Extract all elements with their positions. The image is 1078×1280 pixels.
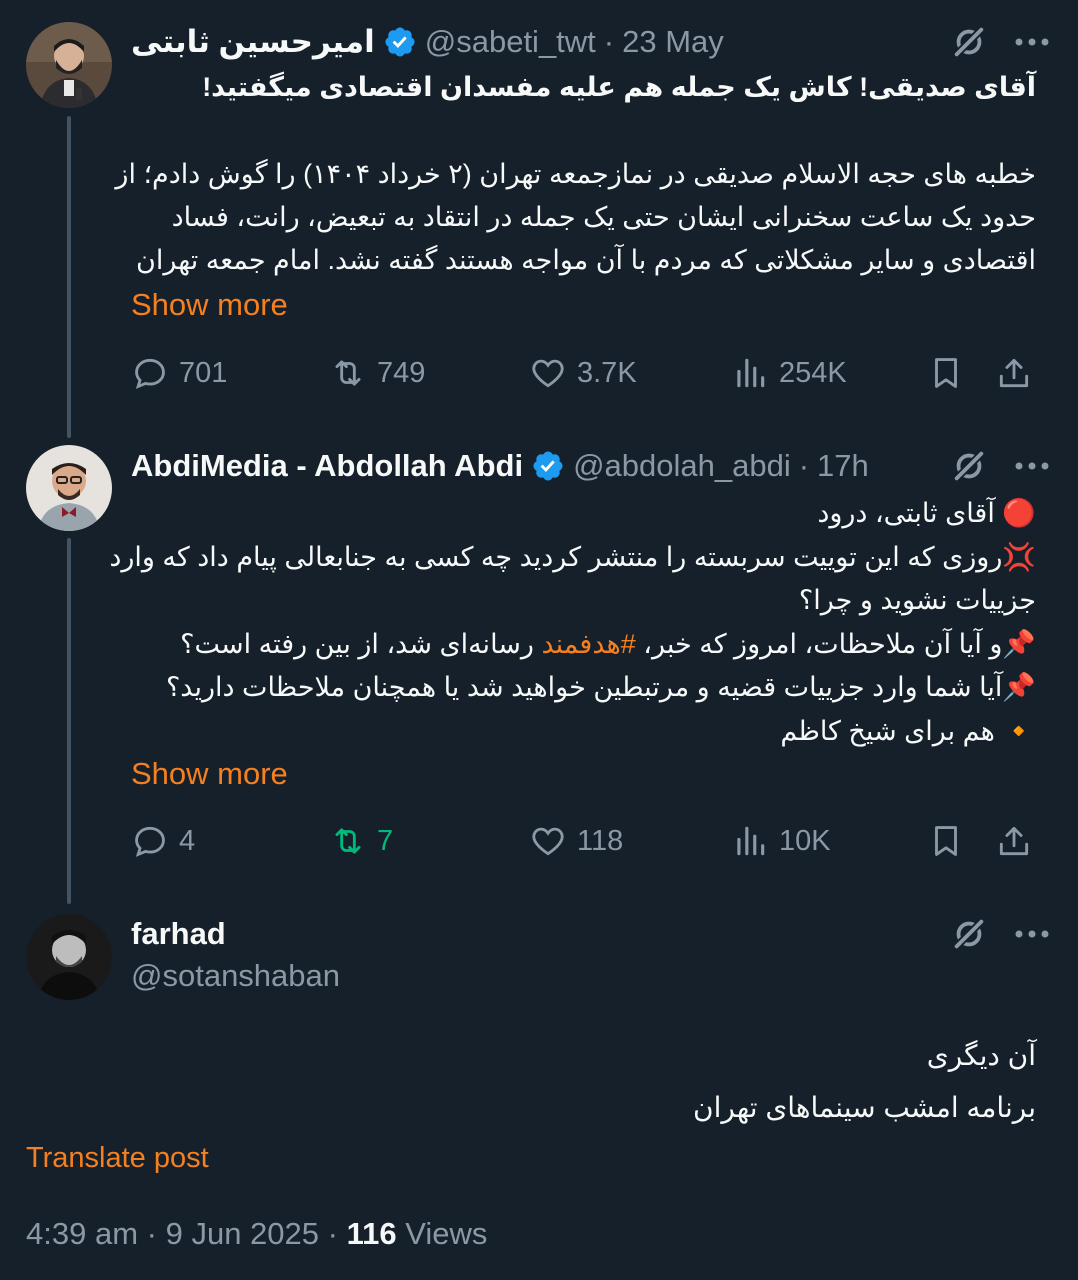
post-time[interactable]: 17h	[817, 448, 869, 484]
views-button[interactable]: 10K	[731, 822, 831, 860]
tweet-1-header: امیرحسین ثابتی @sabeti_twt · 23 May	[131, 20, 1050, 64]
reply-button[interactable]: 701	[131, 354, 227, 392]
closing-text: هم برای شیخ کاظم	[780, 716, 995, 746]
hashtag-link[interactable]: #هدفمند	[541, 629, 635, 659]
author-name[interactable]: AbdiMedia - Abdollah Abdi	[131, 448, 523, 484]
reply-count: 4	[179, 824, 196, 857]
reply-icon	[135, 826, 165, 857]
red-circle-icon: 🔴	[1002, 498, 1036, 529]
share-button[interactable]	[995, 354, 1033, 392]
verified-badge-icon	[533, 451, 563, 481]
tweet-2-header: AbdiMedia - Abdollah Abdi @abdolah_abdi …	[131, 444, 1050, 488]
tweet-2-actions: 4 7 118 10K	[131, 822, 1050, 866]
separator-dot: ·	[327, 1216, 338, 1251]
repost-count: 7	[377, 824, 394, 857]
avatar-farhad[interactable]	[26, 914, 112, 1000]
share-button[interactable]	[995, 822, 1033, 860]
tweet-2-line-1: 🔴 آقای ثابتی، درود	[817, 492, 1036, 535]
repost-icon	[335, 360, 361, 386]
bookmark-button[interactable]	[927, 354, 965, 392]
tweet-1-line-1: آقای صدیقی! کاش یک جمله هم علیه مفسدان ا…	[202, 72, 1036, 102]
tweet-1-line-4: اقتصادی و سایر مشکلاتی که مردم با آن موا…	[136, 245, 1036, 275]
pin-icon: 📌	[1002, 629, 1036, 660]
more-icon[interactable]	[1014, 37, 1050, 47]
grok-icon[interactable]	[950, 23, 988, 61]
author-handle[interactable]: @sabeti_twt	[425, 24, 596, 60]
tweet-1-actions: 701 749 3.7K 254K	[131, 354, 1050, 398]
repost-button[interactable]: 749	[329, 354, 425, 392]
anger-icon: 💢	[1002, 542, 1036, 573]
like-count: 118	[577, 824, 624, 857]
author-handle[interactable]: @sotanshaban	[131, 958, 340, 994]
repost-button[interactable]: 7	[329, 822, 393, 860]
author-name[interactable]: farhad	[131, 916, 226, 952]
pin-icon: 📌	[1002, 672, 1036, 703]
question-2-text-a: و آیا آن ملاحظات، امروز که خبر،	[643, 629, 1003, 659]
tweet-3-header: farhad	[131, 912, 1050, 956]
post-time[interactable]: 4:39 am	[26, 1216, 138, 1251]
author-handle[interactable]: @abdolah_abdi	[573, 448, 791, 484]
like-icon	[532, 359, 564, 388]
views-count: 254K	[779, 356, 847, 389]
reply-count: 701	[179, 356, 228, 389]
views-label: Views	[405, 1216, 488, 1251]
repost-icon	[335, 828, 361, 854]
repost-count: 749	[377, 356, 426, 389]
tweet-2-line-2: 💢روزی که این توییت سربسته را منتشر کردید…	[109, 536, 1036, 579]
views-count: 10K	[779, 824, 831, 857]
bookmark-icon	[935, 826, 957, 856]
post-meta-footer: 4:39 am · 9 Jun 2025 · 116 Views	[26, 1216, 487, 1252]
show-more-link[interactable]: Show more	[131, 287, 288, 323]
grok-icon[interactable]	[950, 915, 988, 953]
reply-icon	[135, 358, 165, 389]
post-time[interactable]: 23 May	[622, 24, 724, 60]
question-1-text: روزی که این توییت سربسته را منتشر کردید …	[109, 542, 1003, 572]
tweet-2-line-4: 📌و آیا آن ملاحظات، امروز که خبر، #هدفمند…	[180, 623, 1036, 666]
separator-dot: ·	[603, 24, 615, 59]
views-icon	[737, 826, 765, 856]
separator-dot: ·	[146, 1216, 157, 1251]
greeting-text: آقای ثابتی، درود	[817, 498, 995, 528]
orange-diamond-icon: 🔸	[1002, 716, 1036, 747]
separator-dot: ·	[798, 448, 810, 483]
reply-button[interactable]: 4	[131, 822, 195, 860]
like-count: 3.7K	[577, 356, 637, 389]
tweet-1-line-2: خطبه های حجه الاسلام صدیقی در نمازجمعه ت…	[115, 159, 1036, 189]
share-icon	[999, 826, 1029, 856]
thread-line-2	[67, 538, 71, 904]
avatar-abdi[interactable]	[26, 445, 112, 531]
grok-icon[interactable]	[950, 447, 988, 485]
bookmark-icon	[935, 358, 957, 388]
tweet-2-line-3: جزییات نشوید و چرا؟	[798, 585, 1036, 615]
views-icon	[737, 358, 765, 388]
tweet-2-line-6: 🔸 هم برای شیخ کاظم	[780, 710, 1036, 753]
thread-line-1	[67, 116, 71, 438]
like-icon	[532, 827, 564, 856]
tweet-1-line-3: حدود یک ساعت سخنرانی ایشان حتی یک جمله د…	[171, 202, 1036, 232]
views-count: 116	[346, 1216, 397, 1251]
author-name[interactable]: امیرحسین ثابتی	[131, 24, 375, 60]
more-icon[interactable]	[1014, 461, 1050, 471]
tweet-3-line-1: آن دیگری	[926, 1040, 1036, 1071]
like-button[interactable]: 3.7K	[529, 354, 637, 392]
translate-post-link[interactable]: Translate post	[26, 1142, 209, 1175]
bookmark-button[interactable]	[927, 822, 965, 860]
post-date[interactable]: 9 Jun 2025	[166, 1216, 319, 1251]
tweet-3-line-2: برنامه امشب سینماهای تهران	[693, 1092, 1036, 1123]
avatar-sabeti[interactable]	[26, 22, 112, 108]
show-more-link[interactable]: Show more	[131, 756, 288, 792]
like-button[interactable]: 118	[529, 822, 623, 860]
question-3-text: آیا شما وارد جزییات قضیه و مرتبطین خواهی…	[165, 672, 1003, 702]
share-icon	[999, 358, 1029, 388]
question-2-text-b: رسانه‌ای شد، از بین رفته است؟	[180, 629, 534, 659]
tweet-2-line-5: 📌آیا شما وارد جزییات قضیه و مرتبطین خواه…	[166, 666, 1036, 709]
views-button[interactable]: 254K	[731, 354, 847, 392]
verified-badge-icon	[385, 27, 415, 57]
more-icon[interactable]	[1014, 929, 1050, 939]
